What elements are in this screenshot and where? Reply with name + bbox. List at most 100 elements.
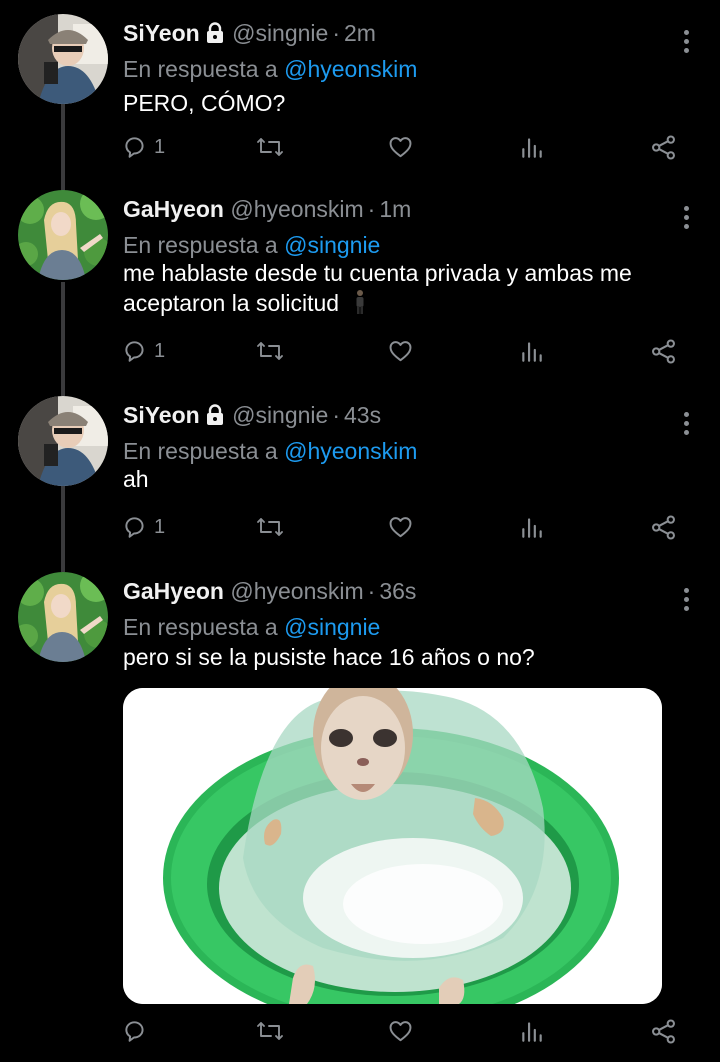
analytics-button[interactable] <box>519 335 545 367</box>
person-standing-emoji <box>353 289 367 322</box>
like-icon <box>389 137 412 158</box>
separator-dot: · <box>332 20 340 46</box>
more-options-icon[interactable] <box>684 30 690 57</box>
reply-count: 1 <box>154 135 166 158</box>
reply-button[interactable]: 1 <box>122 131 165 163</box>
cat-meme-image[interactable] <box>123 688 662 1004</box>
share-icon <box>652 134 675 160</box>
avatar-siyeon[interactable] <box>18 14 108 104</box>
like-button[interactable] <box>387 1015 414 1047</box>
tweet[interactable]: SiYeon @singnie · 43s En respuesta a @hyeo… <box>0 396 720 566</box>
reply-count: 1 <box>154 515 166 538</box>
reply-prefix: En respuesta a <box>123 614 278 640</box>
share-button[interactable] <box>650 335 677 367</box>
analytics-button[interactable] <box>519 131 545 163</box>
more-options-icon[interactable] <box>684 206 690 233</box>
tweet-header: SiYeon @singnie · 2m <box>123 18 376 51</box>
tweet-text-line: PERO, CÓMO? <box>123 90 286 116</box>
share-button[interactable] <box>650 131 677 163</box>
timestamp[interactable]: 36s <box>379 578 416 604</box>
timestamp[interactable]: 2m <box>344 20 376 46</box>
mention-link[interactable]: @singnie <box>284 614 380 640</box>
display-name[interactable]: SiYeon <box>123 402 200 428</box>
like-button[interactable] <box>387 335 414 367</box>
analytics-icon <box>522 1022 542 1042</box>
username[interactable]: @hyeonskim <box>230 578 363 604</box>
tweet[interactable]: GaHyeon @hyeonskim · 1m En respuesta a @si… <box>0 190 720 390</box>
tweet-text-line: ah <box>123 466 149 492</box>
tweet-header: GaHyeon @hyeonskim · 36s <box>123 576 416 606</box>
separator-dot: · <box>332 402 340 428</box>
reply-button[interactable]: 1 <box>122 335 165 367</box>
analytics-button[interactable] <box>519 1015 545 1047</box>
tweet-text-line: me hablaste desde tu cuenta privada y am… <box>123 260 632 286</box>
action-bar <box>0 1015 720 1047</box>
retweet-icon <box>257 1022 283 1040</box>
retweet-button[interactable] <box>256 335 284 367</box>
tweet-text-line-content: aceptaron la solicitud <box>123 290 340 316</box>
reply-button[interactable] <box>122 1015 154 1047</box>
like-button[interactable] <box>387 511 414 543</box>
analytics-icon <box>522 138 542 158</box>
separator-dot: · <box>367 578 376 604</box>
tweet-header: SiYeon @singnie · 43s <box>123 400 381 433</box>
separator-dot: · <box>367 196 376 222</box>
like-icon <box>389 341 412 362</box>
tweet-text: PERO, CÓMO? <box>123 88 285 118</box>
analytics-button[interactable] <box>519 511 545 543</box>
share-icon <box>652 514 675 540</box>
share-icon <box>652 338 675 364</box>
lock-icon <box>204 21 226 51</box>
mention-link[interactable]: @hyeonskim <box>284 56 417 82</box>
reply-icon <box>125 1021 144 1042</box>
retweet-button[interactable] <box>256 131 284 163</box>
more-options-icon[interactable] <box>684 588 690 615</box>
tweet-text-line: pero si se la pusiste hace 16 años o no? <box>123 644 535 670</box>
retweet-icon <box>257 342 283 360</box>
username[interactable]: @singnie <box>232 20 328 46</box>
more-options-icon[interactable] <box>684 412 690 439</box>
action-bar: 1 <box>0 335 720 367</box>
retweet-icon <box>257 138 283 156</box>
retweet-icon <box>257 518 283 536</box>
timestamp[interactable]: 43s <box>344 402 381 428</box>
reply-context: En respuesta a @hyeonskim <box>123 436 417 466</box>
reply-prefix: En respuesta a <box>123 56 278 82</box>
reply-count: 1 <box>154 339 166 362</box>
share-button[interactable] <box>650 1015 677 1047</box>
username[interactable]: @singnie <box>232 402 328 428</box>
reply-context: En respuesta a @singnie <box>123 230 380 260</box>
avatar-gahyeon[interactable] <box>18 572 108 662</box>
reply-icon <box>125 341 144 362</box>
mention-link[interactable]: @singnie <box>284 232 380 258</box>
display-name[interactable]: SiYeon <box>123 20 200 46</box>
retweet-button[interactable] <box>256 1015 284 1047</box>
tweet-text: ah <box>123 464 149 494</box>
mention-link[interactable]: @hyeonskim <box>284 438 417 464</box>
reply-prefix: En respuesta a <box>123 232 278 258</box>
like-button[interactable] <box>387 131 414 163</box>
action-bar: 1 <box>0 131 720 163</box>
action-bar: 1 <box>0 511 720 543</box>
analytics-icon <box>522 518 542 538</box>
reply-prefix: En respuesta a <box>123 438 278 464</box>
username[interactable]: @hyeonskim <box>230 196 363 222</box>
analytics-icon <box>522 342 542 362</box>
share-icon <box>652 1018 675 1044</box>
tweet-text-line: aceptaron la solicitud <box>123 288 632 322</box>
tweet-text: me hablaste desde tu cuenta privada y am… <box>123 258 632 322</box>
retweet-button[interactable] <box>256 511 284 543</box>
reply-context: En respuesta a @hyeonskim <box>123 54 417 84</box>
avatar-siyeon[interactable] <box>18 396 108 486</box>
reply-icon <box>125 517 144 538</box>
lock-icon <box>204 403 226 433</box>
display-name[interactable]: GaHyeon <box>123 196 224 222</box>
reply-context: En respuesta a @singnie <box>123 612 380 642</box>
avatar-gahyeon[interactable] <box>18 190 108 280</box>
reply-button[interactable]: 1 <box>122 511 165 543</box>
timestamp[interactable]: 1m <box>379 196 411 222</box>
tweet[interactable]: SiYeon @singnie · 2m En respuesta a @hyeon… <box>0 14 720 184</box>
tweet-header: GaHyeon @hyeonskim · 1m <box>123 194 411 224</box>
display-name[interactable]: GaHyeon <box>123 578 224 604</box>
share-button[interactable] <box>650 511 677 543</box>
